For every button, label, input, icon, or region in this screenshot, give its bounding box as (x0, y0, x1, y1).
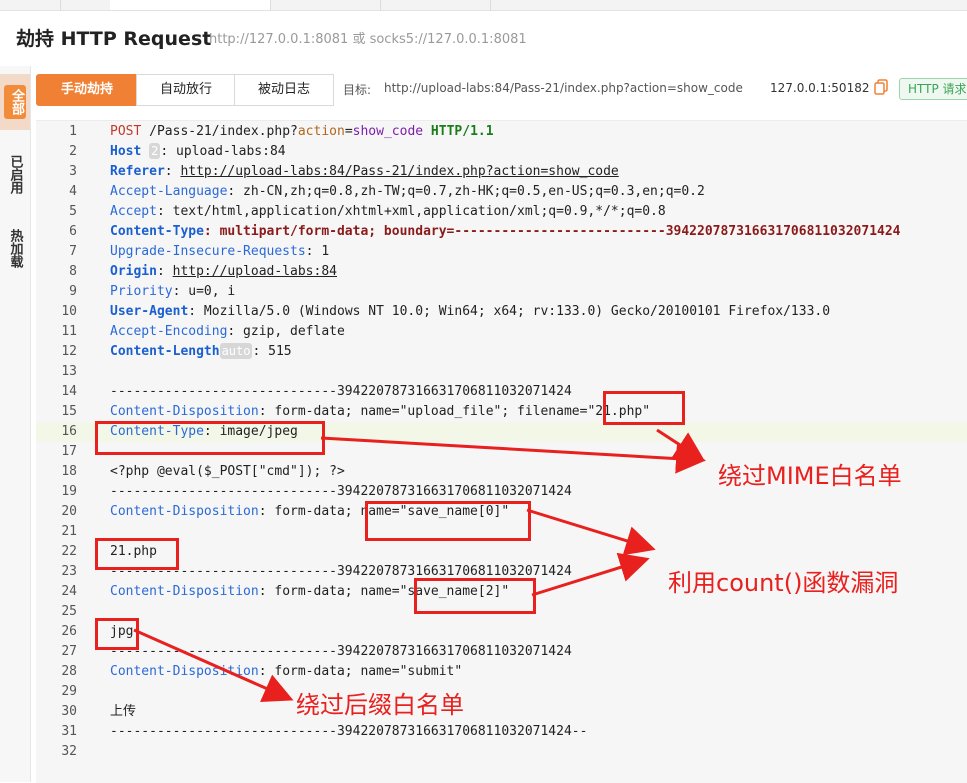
arrow-jpg (133, 628, 294, 703)
annotation-count-bug: 利用count()函数漏洞 (668, 569, 899, 597)
annotation-mime-bypass: 绕过MIME白名单 (718, 462, 902, 490)
annotation-arrows (133, 428, 706, 703)
arrow-filename (656, 428, 706, 462)
arrow-save-name-0 (526, 508, 656, 556)
arrow-content-type (320, 436, 706, 474)
annotation-suffix-bypass: 绕过后缀白名单 (296, 691, 464, 719)
arrow-save-name-2 (531, 552, 650, 597)
